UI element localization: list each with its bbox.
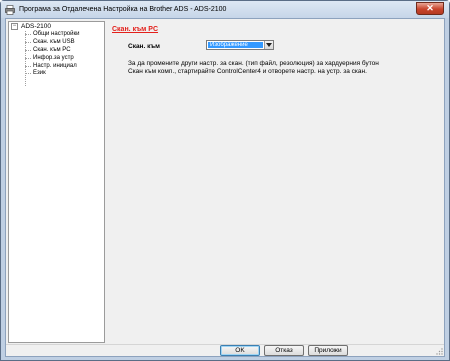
apply-button[interactable]: Приложи <box>308 345 348 356</box>
cancel-button[interactable]: Отказ <box>264 345 304 356</box>
collapse-icon[interactable]: − <box>11 23 18 30</box>
tree-item-initial-setup[interactable]: Настр. инициал <box>25 62 79 70</box>
settings-tree: − ADS-2100 Общи настройки Скан. към USB … <box>8 21 105 343</box>
tree-item-scan-to-pc[interactable]: Скан. към PC <box>25 47 79 55</box>
tree-root-label: ADS-2100 <box>21 23 51 30</box>
close-icon: ✕ <box>426 3 434 13</box>
chevron-down-icon[interactable] <box>264 41 273 49</box>
tree-item-scan-to-usb[interactable]: Скан. към USB <box>25 39 79 47</box>
printer-icon <box>5 4 15 15</box>
tree-connector <box>25 49 31 51</box>
dialog-client-area: − ADS-2100 Общи настройки Скан. към USB … <box>5 18 445 357</box>
tree-connector <box>25 34 31 36</box>
tree-root-ads-2100[interactable]: − ADS-2100 <box>11 23 51 30</box>
tree-connector <box>25 57 31 59</box>
tree-item-language[interactable]: Език <box>25 70 79 78</box>
tree-connector <box>25 73 31 75</box>
tree-item-label: Настр. инициал <box>33 62 77 69</box>
window-title: Програма за Отдалечена Настройка на Brot… <box>19 6 227 13</box>
description-line: За да промените други настр. за скан. (т… <box>128 60 379 67</box>
description-line: Скан към комп., стартирайте ControlCente… <box>128 68 367 75</box>
tree-item-label: Инфор.за устр <box>33 54 74 61</box>
description-text: За да промените други настр. за скан. (т… <box>128 60 428 76</box>
tree-item-device-info[interactable]: Инфор.за устр <box>25 54 79 62</box>
title-bar[interactable]: Програма за Отдалечена Настройка на Brot… <box>1 1 449 18</box>
tree-item-general-settings[interactable]: Общи настройки <box>25 31 79 39</box>
app-window: Програма за Отдалечена Настройка на Brot… <box>0 0 450 361</box>
tree-connector <box>25 42 31 44</box>
settings-panel: Скан. към PC Скан. към Изображение За да… <box>112 21 442 341</box>
resize-grip-icon[interactable] <box>435 347 443 355</box>
scan-to-select[interactable]: Изображение <box>206 40 274 50</box>
section-title: Скан. към PC <box>112 26 159 33</box>
tree-item-label: Скан. към USB <box>33 39 75 46</box>
scan-to-selected-value: Изображение <box>208 42 263 48</box>
ok-button[interactable]: OK <box>220 345 260 356</box>
tree-connector <box>25 65 31 67</box>
tree-item-label: Език <box>33 70 46 77</box>
close-button[interactable]: ✕ <box>416 2 444 15</box>
scan-to-label: Скан. към <box>128 43 160 50</box>
tree-item-label: Общи настройки <box>33 31 80 38</box>
tree-item-label: Скан. към PC <box>33 46 71 53</box>
